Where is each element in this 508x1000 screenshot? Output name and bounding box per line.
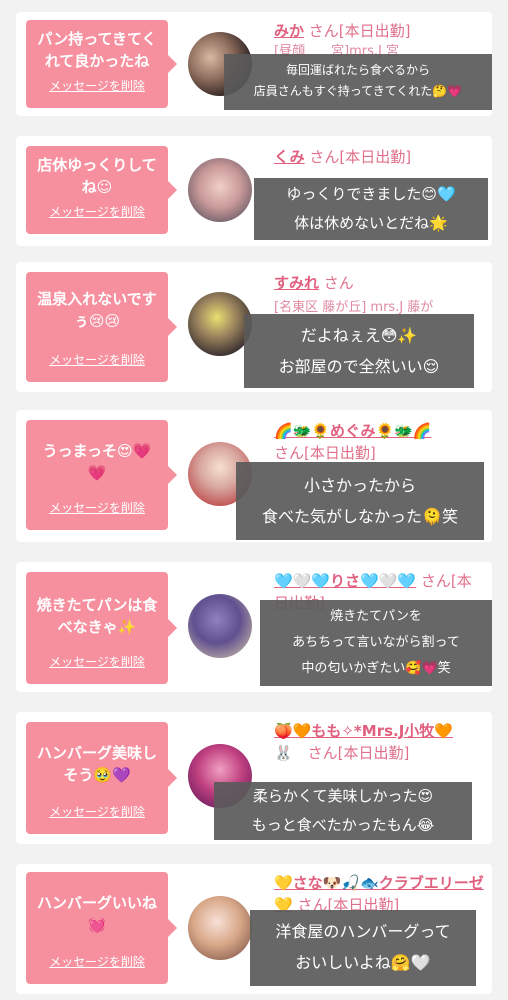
message-text-line: 店休ゆっくりして	[37, 156, 157, 174]
message-text-line: ハンバーグいいね	[36, 894, 157, 912]
reply-line: 洋食屋のハンバーグって	[275, 922, 451, 941]
girl-name-link[interactable]: 🍑🧡もも✧*Mrs.J小牧🧡	[274, 722, 453, 740]
reply-overlay: 洋食屋のハンバーグって おいしいよね🤗🤍	[250, 910, 476, 986]
delete-message-link[interactable]: メッセージを削除	[26, 653, 168, 670]
reply-overlay: 焼きたてパンを あちちって言いながら割って 中の匂いかぎたい🥰💗笑	[260, 600, 492, 686]
message-card: パン持ってきてく れて良かったね メッセージを削除 みか さん[本日出勤] [昼…	[16, 12, 492, 116]
message-text-line: うっまっそ😍💗	[42, 442, 152, 460]
reply-line: 中の匂いかぎたい🥰💗笑	[301, 661, 451, 676]
reply-line: 小さかったから	[303, 476, 416, 495]
delete-message-link[interactable]: メッセージを削除	[26, 351, 168, 368]
girl-info: 🌈🐲🌻めぐみ🌻🐲🌈 さん[本日出勤]	[274, 420, 484, 464]
message-card: 温泉入れないです ぅ😢😢 メッセージを削除 すみれ さん [名東区 藤が丘] m…	[16, 262, 492, 392]
message-text-line: ね☺	[81, 178, 113, 196]
message-text-line: べなきゃ✨	[57, 618, 137, 636]
message-bubble: 店休ゆっくりして ね☺ メッセージを削除	[26, 146, 177, 234]
girl-status: さん[本日出勤]	[309, 148, 412, 166]
message-card: ハンバーグ美味し そう🥹💜 メッセージを削除 🍑🧡もも✧*Mrs.J小牧🧡 🐰 …	[16, 712, 492, 844]
reply-overlay: 柔らかくて美味しかった😍 もっと食べたかったもん😂	[214, 782, 472, 840]
reply-overlay: ゆっくりできました😊🩵 体は休めないとだね🌟	[254, 178, 488, 240]
message-bubble: 焼きたてパンは食 べなきゃ✨ メッセージを削除	[26, 572, 177, 684]
girl-info: すみれ さん [名東区 藤が丘] mrs.J 藤が	[274, 272, 484, 318]
delete-message-link[interactable]: メッセージを削除	[26, 499, 168, 516]
delete-message-link[interactable]: メッセージを削除	[26, 203, 168, 220]
girl-status: さん[本日出勤]	[274, 444, 376, 462]
reply-line: 毎回運ばれたら食べるから	[285, 63, 430, 77]
girl-status: 🐰 さん[本日出勤]	[274, 744, 410, 762]
message-bubble: ハンバーグいいね 💓 メッセージを削除	[26, 872, 177, 984]
reply-line: 体は休めないとだね🌟	[294, 214, 448, 232]
girl-name-link[interactable]: くみ	[274, 148, 305, 166]
reply-line: 食べた気がしなかった🫠笑	[262, 507, 458, 526]
reply-line: ゆっくりできました😊🩵	[286, 185, 456, 203]
girl-name-link[interactable]: みか	[274, 22, 304, 40]
girl-name-link[interactable]: すみれ	[274, 274, 319, 292]
girl-info: 🍑🧡もも✧*Mrs.J小牧🧡 🐰 さん[本日出勤]	[274, 720, 484, 764]
reply-overlay: 小さかったから 食べた気がしなかった🫠笑	[236, 462, 484, 540]
message-text-line: 温泉入れないです	[37, 290, 157, 308]
avatar[interactable]	[188, 158, 252, 222]
reply-line: あちちって言いながら割って	[292, 635, 460, 650]
message-text-line: 焼きたてパンは食	[36, 596, 158, 614]
reply-line: 柔らかくて美味しかった😍	[252, 787, 434, 805]
message-card: 焼きたてパンは食 べなきゃ✨ メッセージを削除 🩵🤍🩵りさ🩵🤍🩵 さん[本日出勤…	[16, 562, 492, 692]
avatar[interactable]	[188, 594, 252, 658]
message-bubble: パン持ってきてく れて良かったね メッセージを削除	[26, 20, 177, 108]
message-card: ハンバーグいいね 💓 メッセージを削除 💛さな🐶🎣🐟クラブエリーゼ💛 さん[本日…	[16, 864, 492, 994]
reply-line: おいしいよね🤗🤍	[295, 953, 431, 972]
message-text-line: パン持ってきてく	[37, 30, 157, 48]
message-text-line: ぅ😢😢	[73, 312, 121, 330]
message-text-line: 💗	[87, 464, 107, 482]
reply-line: お部屋ので全然いい😌	[278, 357, 440, 376]
girl-info: くみ さん[本日出勤]	[274, 146, 484, 168]
girl-status: さん	[323, 274, 354, 292]
reply-overlay: だよねぇえ😳✨ お部屋ので全然いい😌	[244, 314, 474, 388]
girl-status: さん[本日出勤]	[308, 22, 411, 40]
delete-message-link[interactable]: メッセージを削除	[26, 77, 168, 94]
girl-name-link[interactable]: 🌈🐲🌻めぐみ🌻🐲🌈	[274, 422, 432, 440]
message-bubble: うっまっそ😍💗 💗 メッセージを削除	[26, 420, 177, 530]
message-bubble: ハンバーグ美味し そう🥹💜 メッセージを削除	[26, 722, 177, 834]
reply-line: 焼きたてパンを	[330, 609, 422, 624]
avatar[interactable]	[188, 896, 252, 960]
reply-line: もっと食べたかったもん😂	[251, 816, 435, 834]
message-card: 店休ゆっくりして ね☺ メッセージを削除 くみ さん[本日出勤] ゆっくりできま…	[16, 136, 492, 246]
delete-message-link[interactable]: メッセージを削除	[26, 803, 168, 820]
message-card: うっまっそ😍💗 💗 メッセージを削除 🌈🐲🌻めぐみ🌻🐲🌈 さん[本日出勤] 小さ…	[16, 410, 492, 542]
reply-overlay: 毎回運ばれたら食べるから 店員さんもすぐ持ってきてくれた🤔💗	[224, 54, 492, 110]
delete-message-link[interactable]: メッセージを削除	[26, 953, 168, 970]
girl-name-link[interactable]: 🩵🤍🩵りさ🩵🤍🩵	[274, 572, 416, 590]
message-text-line: ハンバーグ美味し	[36, 744, 157, 762]
message-text-line: そう🥹💜	[63, 766, 131, 784]
message-text-line: れて良かったね	[44, 52, 150, 70]
message-bubble: 温泉入れないです ぅ😢😢 メッセージを削除	[26, 272, 177, 382]
message-text-line: 💓	[87, 916, 107, 934]
reply-line: だよねぇえ😳✨	[300, 326, 418, 345]
reply-line: 店員さんもすぐ持ってきてくれた🤔💗	[253, 84, 463, 98]
avatar[interactable]	[188, 292, 252, 356]
